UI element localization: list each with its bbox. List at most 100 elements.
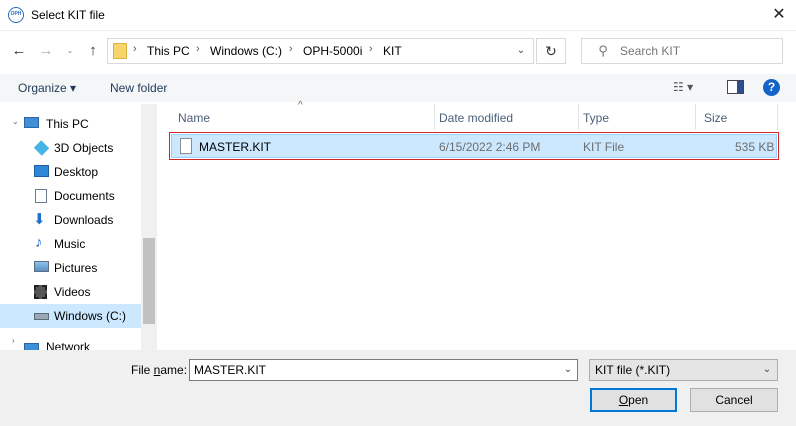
window-title: Select KIT file	[31, 8, 105, 22]
arrow-right-icon: →	[38, 42, 54, 59]
help-button[interactable]: ?	[763, 79, 780, 96]
folder-icon	[113, 43, 127, 59]
file-type-filter-select[interactable]: KIT file (*.KIT) ⌄	[589, 359, 778, 381]
column-label: Name	[178, 111, 211, 125]
sort-ascending-icon: ^	[298, 100, 303, 111]
scrollbar-thumb[interactable]	[143, 238, 155, 324]
file-name: MASTER.KIT	[199, 140, 272, 154]
title-bar: OPH Select KIT file ✕	[0, 0, 796, 31]
sidebar-item-label: Windows (C:)	[54, 309, 127, 323]
search-input[interactable]	[620, 43, 780, 59]
sidebar-item-label: Music	[54, 237, 86, 251]
sidebar-item-windows-c[interactable]: Windows (C:)	[0, 304, 141, 328]
chevron-down-icon: ⌄	[12, 117, 19, 126]
navigation-pane: ⌄ This PC 3D Objects Desktop Documents ⬇…	[0, 104, 157, 350]
forward-button[interactable]: →	[35, 40, 57, 62]
organize-button[interactable]: Organize ▾	[18, 81, 76, 95]
back-button[interactable]: ←	[8, 40, 30, 62]
file-date: 6/15/2022 2:46 PM	[439, 140, 541, 154]
download-icon: ⬇	[33, 211, 46, 228]
file-type-filter-value: KIT file (*.KIT)	[595, 363, 671, 377]
sidebar-item-label: Network	[46, 340, 91, 350]
refresh-icon: ↻	[545, 43, 557, 59]
documents-icon	[35, 189, 47, 203]
bottom-panel: File name: ⌄ KIT file (*.KIT) ⌄ Open Can…	[0, 350, 796, 426]
music-icon: ♪	[35, 234, 43, 251]
new-folder-button[interactable]: New folder	[110, 81, 167, 95]
sidebar-item-3d-objects[interactable]: 3D Objects	[0, 136, 141, 160]
sidebar-item-label: Downloads	[54, 213, 114, 227]
column-label: Type	[583, 111, 610, 125]
file-name-label: File name:	[131, 363, 188, 377]
column-label: Size	[704, 111, 728, 125]
sidebar-item-pictures[interactable]: Pictures	[0, 256, 141, 280]
search-icon: ⚲	[598, 43, 608, 58]
app-icon: OPH	[8, 7, 24, 23]
sidebar-item-label: This PC	[46, 117, 89, 131]
chevron-down-icon: ⌄	[66, 46, 74, 55]
sidebar-item-desktop[interactable]: Desktop	[0, 160, 141, 184]
change-view-button[interactable]: ☷ ▾	[673, 80, 709, 96]
sidebar-item-this-pc[interactable]: ⌄ This PC	[0, 112, 141, 136]
search-box[interactable]: ⚲	[581, 38, 783, 64]
table-row[interactable]: MASTER.KIT 6/15/2022 2:46 PM KIT File 53…	[169, 132, 779, 160]
sidebar-item-videos[interactable]: Videos	[0, 280, 141, 304]
column-header-name[interactable]: Name ^	[160, 100, 435, 130]
command-toolbar: Organize ▾ New folder ☷ ▾ ?	[0, 74, 796, 102]
address-bar[interactable]: › This PC › Windows (C:) › OPH-5000i › K…	[107, 38, 534, 64]
column-header-date-modified[interactable]: Date modified	[435, 104, 579, 130]
file-icon	[180, 138, 192, 154]
cancel-button[interactable]: Cancel	[690, 388, 778, 412]
arrow-up-icon: ↑	[89, 42, 97, 59]
network-icon	[24, 343, 39, 350]
close-icon: ✕	[772, 6, 786, 23]
help-icon: ?	[767, 80, 776, 94]
up-button[interactable]: ↑	[82, 40, 104, 62]
chevron-right-icon: ›	[12, 336, 15, 345]
open-button[interactable]: Open	[590, 388, 677, 412]
refresh-button[interactable]: ↻	[536, 38, 566, 64]
pictures-icon	[34, 261, 49, 272]
preview-pane-button[interactable]	[727, 80, 744, 94]
file-name-input[interactable]	[194, 362, 554, 378]
navigation-scrollbar[interactable]	[141, 104, 157, 350]
sidebar-item-label: Desktop	[54, 165, 99, 179]
sidebar-item-music[interactable]: ♪ Music	[0, 232, 141, 256]
desktop-icon	[34, 165, 49, 177]
sidebar-item-label: Pictures	[54, 261, 98, 275]
arrow-left-icon: ←	[11, 42, 27, 59]
recent-locations-button[interactable]: ⌄	[62, 40, 78, 62]
sidebar-item-label: 3D Objects	[54, 141, 114, 155]
chevron-down-icon: ⌄	[563, 364, 573, 375]
sidebar-item-documents[interactable]: Documents	[0, 184, 141, 208]
sidebar-item-network[interactable]: › Network	[0, 336, 141, 350]
drive-icon	[34, 313, 49, 320]
breadcrumb-this-pc[interactable]: This PC	[147, 44, 190, 58]
file-type: KIT File	[583, 140, 625, 154]
address-dropdown-button[interactable]: ⌄	[511, 41, 531, 61]
breadcrumb-windows-c[interactable]: Windows (C:)	[210, 44, 282, 58]
breadcrumb-oph-5000i[interactable]: OPH-5000i	[303, 44, 362, 58]
view-list-icon: ☷ ▾	[673, 80, 694, 94]
file-name-dropdown-button[interactable]: ⌄	[558, 360, 578, 380]
breadcrumb-separator-icon: ›	[289, 43, 293, 55]
close-button[interactable]: ✕	[766, 4, 792, 28]
filter-dropdown-button[interactable]: ⌄	[757, 360, 777, 380]
column-label: Date modified	[439, 111, 514, 125]
column-header-size[interactable]: Size	[696, 104, 778, 130]
sidebar-item-label: Documents	[54, 189, 115, 203]
breadcrumb-separator-icon: ›	[196, 43, 200, 55]
sidebar-item-label: Videos	[54, 285, 91, 299]
computer-icon	[24, 117, 39, 128]
chevron-down-icon: ⌄	[762, 364, 772, 375]
breadcrumb-separator-icon: ›	[369, 43, 373, 55]
breadcrumb-kit[interactable]: KIT	[383, 44, 402, 58]
file-size: 535 KB	[735, 140, 775, 154]
breadcrumb-separator-icon: ›	[133, 43, 137, 55]
file-list: Name ^ Date modified Type Size MASTER.KI…	[160, 100, 796, 350]
video-icon	[34, 285, 47, 299]
cube-icon	[33, 140, 50, 156]
file-name-combobox[interactable]: ⌄	[189, 359, 578, 381]
sidebar-item-downloads[interactable]: ⬇ Downloads	[0, 208, 141, 232]
column-header-type[interactable]: Type	[579, 104, 696, 130]
